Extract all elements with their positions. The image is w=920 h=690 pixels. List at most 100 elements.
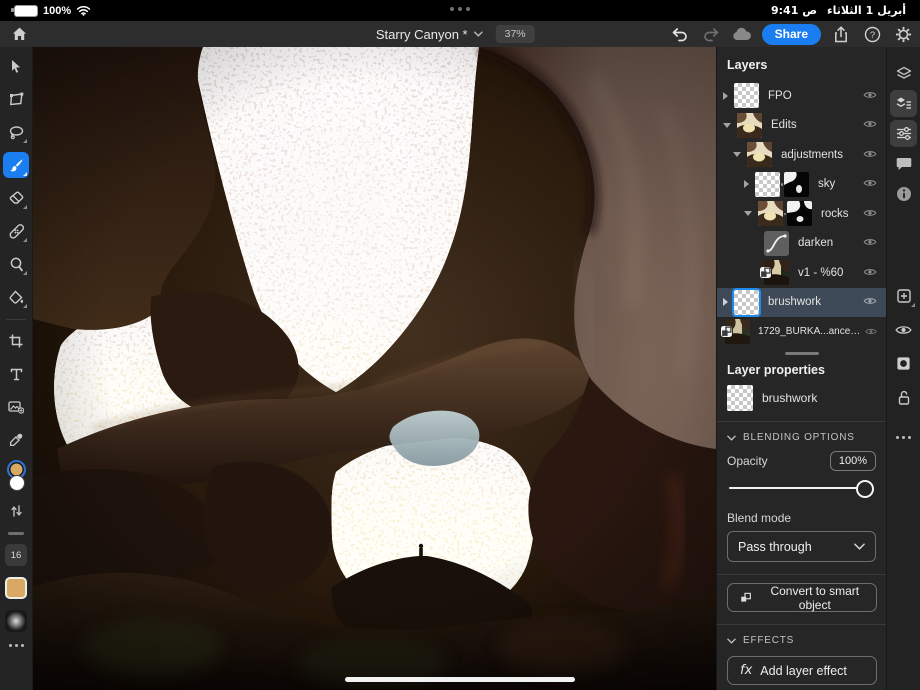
layer-thumbnail[interactable] bbox=[755, 171, 780, 197]
brush-tip-preview[interactable] bbox=[5, 610, 27, 632]
layer-row-rocks[interactable]: rocks bbox=[717, 199, 886, 229]
layer-row-sky[interactable]: sky bbox=[717, 170, 886, 200]
eraser-tool[interactable] bbox=[3, 185, 29, 211]
layer-visibility-toggle[interactable] bbox=[865, 323, 877, 341]
opacity-slider-knob[interactable] bbox=[856, 480, 874, 498]
zoom-level-badge[interactable]: 37% bbox=[495, 25, 535, 43]
layer-thumbnail[interactable] bbox=[732, 287, 761, 317]
brush-color-swatch[interactable] bbox=[5, 577, 27, 599]
redo-button[interactable] bbox=[700, 23, 722, 45]
sliders-icon bbox=[896, 127, 911, 140]
layer-row-brushwork-selected[interactable]: brushwork bbox=[717, 287, 886, 317]
opacity-slider[interactable] bbox=[729, 479, 874, 498]
place-photo-tool[interactable] bbox=[3, 394, 29, 420]
opacity-slider-track bbox=[729, 487, 868, 489]
brush-size-indicator[interactable]: 16 bbox=[5, 544, 27, 566]
settings-button[interactable] bbox=[892, 23, 914, 45]
tab-properties[interactable] bbox=[890, 120, 917, 147]
color-wells bbox=[3, 460, 29, 496]
layer-row-adjustments[interactable]: adjustments bbox=[717, 140, 886, 170]
add-layer-button[interactable] bbox=[890, 282, 917, 309]
clone-stamp-tool[interactable] bbox=[3, 251, 29, 277]
healing-brush-tool[interactable] bbox=[3, 218, 29, 244]
effects-hint-text: Try adding a stroke or a drop shadow. bbox=[717, 685, 886, 690]
layer-thumbnail[interactable] bbox=[721, 318, 751, 345]
collapse-caret-icon[interactable] bbox=[733, 152, 741, 158]
home-button[interactable] bbox=[8, 24, 30, 44]
move-tool[interactable] bbox=[3, 53, 29, 79]
background-color-swatch[interactable] bbox=[8, 475, 25, 491]
eyedropper-tool[interactable] bbox=[3, 427, 29, 453]
crop-tool[interactable] bbox=[3, 328, 29, 354]
export-icon bbox=[835, 25, 847, 42]
layer-visibility-toggle[interactable] bbox=[863, 116, 877, 134]
blend-mode-dropdown[interactable]: Pass through bbox=[727, 531, 876, 562]
collapse-caret-icon[interactable] bbox=[723, 122, 731, 128]
tool-bar: 16 bbox=[0, 47, 33, 690]
effects-header[interactable]: EFFECTS bbox=[717, 633, 886, 648]
panel-resize-handle[interactable] bbox=[784, 351, 819, 355]
layer-row-darken[interactable]: darken bbox=[717, 229, 886, 259]
fill-tool[interactable] bbox=[3, 284, 29, 310]
mask-icon bbox=[897, 357, 910, 370]
brush-tool[interactable] bbox=[3, 152, 29, 178]
multitask-dots-icon[interactable] bbox=[450, 7, 470, 11]
layer-visibility-toggle[interactable] bbox=[863, 146, 877, 164]
add-layer-effect-button[interactable]: fx Add layer effect bbox=[727, 656, 877, 685]
tab-comments[interactable] bbox=[890, 150, 917, 177]
layer-visibility-toggle[interactable] bbox=[863, 264, 877, 282]
layer-row-fpo[interactable]: FPO bbox=[717, 81, 886, 111]
more-options-button[interactable] bbox=[890, 424, 917, 451]
document-title-menu[interactable]: Starry Canyon * bbox=[376, 27, 483, 42]
visibility-eye-icon bbox=[895, 325, 912, 334]
tab-layers[interactable] bbox=[890, 60, 917, 87]
canvas-image bbox=[33, 47, 716, 690]
home-indicator-bar[interactable] bbox=[345, 677, 575, 682]
status-battery-group: 100% bbox=[0, 4, 91, 17]
layer-thumbnail[interactable] bbox=[737, 112, 762, 138]
layer-thumbnail[interactable] bbox=[760, 260, 789, 286]
layer-visibility-toggle[interactable] bbox=[863, 175, 877, 193]
battery-percent: 100% bbox=[43, 4, 72, 17]
opacity-value-field[interactable]: 100% bbox=[829, 451, 876, 471]
blend-mode-label: Blend mode bbox=[727, 511, 792, 525]
layer-visibility-toggle[interactable] bbox=[863, 87, 877, 105]
layer-row-edits[interactable]: Edits bbox=[717, 111, 886, 141]
help-button[interactable]: ? bbox=[861, 23, 883, 45]
expand-caret-icon[interactable] bbox=[723, 298, 728, 307]
ellipsis-icon bbox=[896, 436, 911, 439]
more-tools-button[interactable] bbox=[8, 644, 24, 647]
layer-mask-thumbnail[interactable] bbox=[787, 201, 812, 227]
layer-thumbnail[interactable] bbox=[734, 83, 759, 109]
export-button[interactable] bbox=[830, 23, 852, 45]
toolbar-drag-handle[interactable] bbox=[8, 532, 24, 535]
layer-row-background-photo[interactable]: 1729_BURKA...anced-NR33 bbox=[717, 317, 886, 347]
tab-info[interactable] bbox=[890, 180, 917, 207]
share-button[interactable]: Share bbox=[761, 23, 821, 45]
layer-thumbnail[interactable] bbox=[747, 142, 772, 168]
undo-button[interactable] bbox=[669, 23, 691, 45]
add-mask-button[interactable] bbox=[890, 350, 917, 377]
collapse-caret-icon[interactable] bbox=[744, 211, 752, 217]
layer-mask-thumbnail[interactable] bbox=[784, 171, 809, 197]
layer-visibility-button[interactable] bbox=[890, 316, 917, 343]
convert-to-smart-object-button[interactable]: Convert to smart object bbox=[727, 583, 877, 612]
adjustment-curves-thumbnail[interactable] bbox=[764, 230, 789, 256]
expand-caret-icon[interactable] bbox=[744, 180, 749, 189]
type-tool[interactable] bbox=[3, 361, 29, 387]
swap-colors-button[interactable] bbox=[3, 502, 29, 520]
layer-visibility-toggle[interactable] bbox=[863, 234, 877, 252]
cloud-sync-button[interactable] bbox=[731, 23, 753, 45]
layer-thumbnail[interactable] bbox=[758, 201, 783, 227]
transform-tool[interactable] bbox=[3, 86, 29, 112]
lock-layer-button[interactable] bbox=[890, 384, 917, 411]
blending-options-header[interactable]: BLENDING OPTIONS bbox=[717, 430, 886, 445]
document-canvas[interactable] bbox=[33, 47, 716, 690]
layer-visibility-toggle[interactable] bbox=[863, 205, 877, 223]
layers-panel-title: Layers bbox=[727, 58, 768, 72]
layer-visibility-toggle[interactable] bbox=[863, 293, 877, 311]
layer-row-v1[interactable]: v1 - %60 bbox=[717, 258, 886, 288]
lasso-tool[interactable] bbox=[3, 119, 29, 145]
expand-caret-icon[interactable] bbox=[723, 91, 728, 100]
tab-layer-list[interactable] bbox=[890, 90, 917, 117]
